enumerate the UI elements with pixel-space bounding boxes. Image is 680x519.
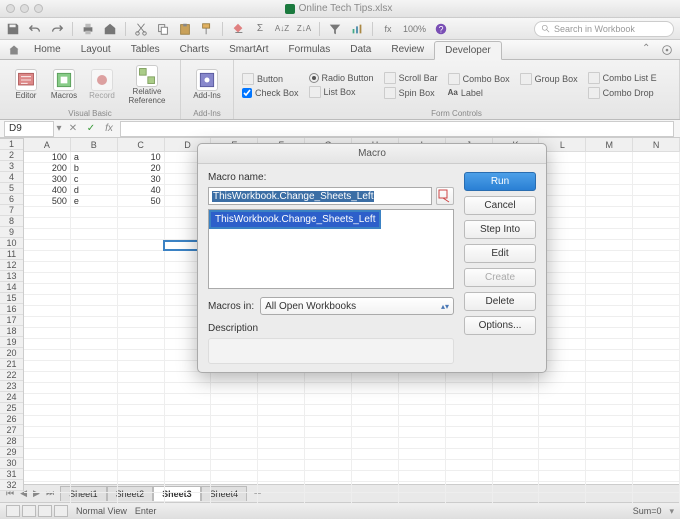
close-icon[interactable]: [6, 4, 15, 13]
tab-data[interactable]: Data: [340, 41, 381, 58]
macros-in-label: Macros in:: [208, 301, 254, 312]
ribbon-tabs: Home Layout Tables Charts SmartArt Formu…: [0, 40, 680, 60]
form-button[interactable]: Button: [242, 73, 299, 85]
chart-icon[interactable]: [350, 22, 364, 36]
form-radio[interactable]: Radio Button: [309, 73, 374, 83]
form-checkbox[interactable]: Check Box: [242, 88, 299, 98]
tab-smartart[interactable]: SmartArt: [219, 41, 278, 58]
minimize-icon[interactable]: [20, 4, 29, 13]
status-sum: Sum=0: [633, 506, 662, 516]
cancel-formula-icon[interactable]: ✕: [66, 122, 80, 136]
window-controls: [6, 4, 43, 13]
step-into-button[interactable]: Step Into: [464, 220, 536, 239]
reference-picker-icon[interactable]: [436, 187, 454, 205]
save-icon[interactable]: [6, 22, 20, 36]
svg-text:?: ?: [439, 24, 444, 34]
tab-layout[interactable]: Layout: [71, 41, 121, 58]
quick-access-toolbar: Σ A↓Z Z↓A fx 100% ? Search in Workbook: [0, 18, 680, 40]
status-bar: Normal View Enter Sum=0 ▾: [0, 502, 680, 519]
tab-formulas[interactable]: Formulas: [279, 41, 341, 58]
fx-icon[interactable]: fx: [102, 122, 116, 136]
tab-tables[interactable]: Tables: [121, 41, 170, 58]
cancel-button[interactable]: Cancel: [464, 196, 536, 215]
ribbon-group-visual-basic: Editor Macros Record Relative Reference …: [0, 60, 181, 119]
clear-icon[interactable]: [231, 22, 245, 36]
macro-list-item[interactable]: ThisWorkbook.Change_Sheets_Right: [209, 210, 453, 225]
format-painter-icon[interactable]: [200, 22, 214, 36]
copy-icon[interactable]: [156, 22, 170, 36]
sort-desc-icon[interactable]: Z↓A: [297, 22, 311, 36]
ribbon-group-addins: Add-Ins Add-Ins: [181, 60, 234, 119]
form-scrollbar[interactable]: Scroll Bar: [384, 72, 438, 84]
window-titlebar: Online Tech Tips.xlsx: [0, 0, 680, 18]
row-headers[interactable]: 1234567891011121314151617181920212223242…: [0, 139, 24, 491]
search-input[interactable]: Search in Workbook: [534, 21, 674, 37]
tab-developer[interactable]: Developer: [434, 41, 502, 60]
tab-charts[interactable]: Charts: [170, 41, 219, 58]
status-mode: Enter: [135, 506, 157, 516]
options-button[interactable]: Options...: [464, 316, 536, 335]
autosum-icon[interactable]: Σ: [253, 22, 267, 36]
edit-button[interactable]: Edit: [464, 244, 536, 263]
name-box[interactable]: D9: [4, 121, 54, 137]
macro-dialog: Macro Macro name: ThisWorkbook.Change_Sh…: [197, 143, 547, 373]
sort-asc-icon[interactable]: A↓Z: [275, 22, 289, 36]
zoom-icon[interactable]: [34, 4, 43, 13]
paste-icon[interactable]: [178, 22, 192, 36]
print-icon[interactable]: [81, 22, 95, 36]
addins-button[interactable]: Add-Ins: [189, 67, 225, 102]
show-formula-icon[interactable]: fx: [381, 22, 395, 36]
delete-button[interactable]: Delete: [464, 292, 536, 311]
ribbon-body: Editor Macros Record Relative Reference …: [0, 60, 680, 120]
form-groupbox[interactable]: Group Box: [520, 73, 578, 85]
ribbon-options-icon[interactable]: [660, 43, 674, 57]
tab-home[interactable]: Home: [24, 41, 71, 58]
macro-name-input[interactable]: ThisWorkbook.Change_Sheets_Left: [208, 187, 432, 205]
description-box: [208, 338, 454, 364]
tab-review[interactable]: Review: [381, 41, 434, 58]
form-combobox[interactable]: Combo Box: [448, 73, 510, 85]
macro-name-label: Macro name:: [208, 172, 454, 183]
namebox-dropdown-icon[interactable]: ▾: [54, 123, 64, 134]
description-label: Description: [208, 323, 454, 334]
form-spinbox[interactable]: Spin Box: [384, 87, 438, 99]
formula-bar: D9 ▾ ✕ ✓ fx: [0, 120, 680, 138]
document-title: Online Tech Tips.xlsx: [43, 3, 634, 14]
status-view-label: Normal View: [76, 506, 127, 516]
create-button: Create: [464, 268, 536, 287]
editor-button[interactable]: Editor: [8, 67, 44, 102]
run-button[interactable]: Run: [464, 172, 536, 191]
form-listbox[interactable]: List Box: [309, 86, 374, 98]
macro-list[interactable]: ThisWorkbook.Change_Sheets_LeftThisWorkb…: [208, 209, 454, 289]
record-button[interactable]: Record: [84, 67, 120, 102]
macros-in-select[interactable]: All Open Workbooks▴▾: [260, 297, 454, 315]
enter-formula-icon[interactable]: ✓: [84, 122, 98, 136]
form-combo-drop[interactable]: Combo Drop: [588, 87, 657, 99]
help-icon[interactable]: ?: [434, 22, 448, 36]
view-buttons[interactable]: [6, 505, 68, 517]
cut-icon[interactable]: [134, 22, 148, 36]
formula-input[interactable]: [120, 121, 674, 137]
zoom-label[interactable]: 100%: [403, 22, 426, 36]
dialog-title: Macro: [198, 144, 546, 164]
form-label[interactable]: AaLabel: [448, 88, 510, 98]
form-combo-edit[interactable]: Combo List E: [588, 72, 657, 84]
app-menu-icon[interactable]: [8, 44, 20, 56]
collapse-ribbon-icon[interactable]: ⌃: [642, 43, 656, 57]
excel-icon: [285, 4, 295, 14]
undo-icon[interactable]: [28, 22, 42, 36]
filter-icon[interactable]: [328, 22, 342, 36]
macros-button[interactable]: Macros: [46, 67, 82, 102]
relative-reference-button[interactable]: Relative Reference: [122, 63, 172, 107]
ribbon-group-form-controls: Button Check Box Radio Button List Box S…: [234, 60, 680, 119]
redo-icon[interactable]: [50, 22, 64, 36]
home-icon[interactable]: [103, 22, 117, 36]
